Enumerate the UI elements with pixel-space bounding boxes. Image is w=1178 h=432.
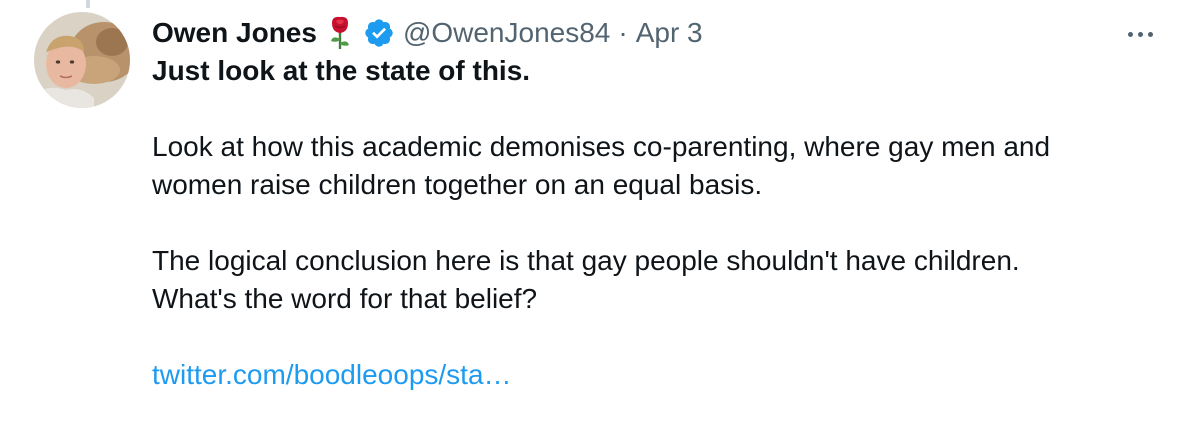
more-options-icon[interactable] xyxy=(1118,22,1162,46)
tweet-text-line: women raise children together on an equa… xyxy=(152,169,763,200)
tweet-text-line: What's the word for that belief? xyxy=(152,283,538,314)
quoted-tweet-link[interactable]: twitter.com/boodleoops/sta… xyxy=(152,359,512,390)
timestamp[interactable]: Apr 3 xyxy=(636,17,703,49)
tweet-text: Just look at the state of this. Look at … xyxy=(152,52,1142,394)
rose-icon xyxy=(327,15,353,51)
tweet-text-line: The logical conclusion here is that gay … xyxy=(152,245,1020,276)
tweet-headline: Just look at the state of this. xyxy=(152,55,531,86)
tweet-text-line: Look at how this academic demonises co-p… xyxy=(152,131,1051,162)
display-name[interactable]: Owen Jones xyxy=(152,17,317,49)
tweet-header: Owen Jones @OwenJones84 · Apr 3 xyxy=(152,14,1142,52)
tweet[interactable]: Owen Jones @OwenJones84 · Apr 3 Just loo… xyxy=(0,0,1178,432)
user-handle[interactable]: @OwenJones84 xyxy=(403,17,610,49)
verified-badge-icon[interactable] xyxy=(363,17,395,49)
separator-dot: · xyxy=(618,17,628,48)
tweet-content: Owen Jones @OwenJones84 · Apr 3 Just loo… xyxy=(152,14,1142,394)
avatar[interactable] xyxy=(34,12,130,108)
